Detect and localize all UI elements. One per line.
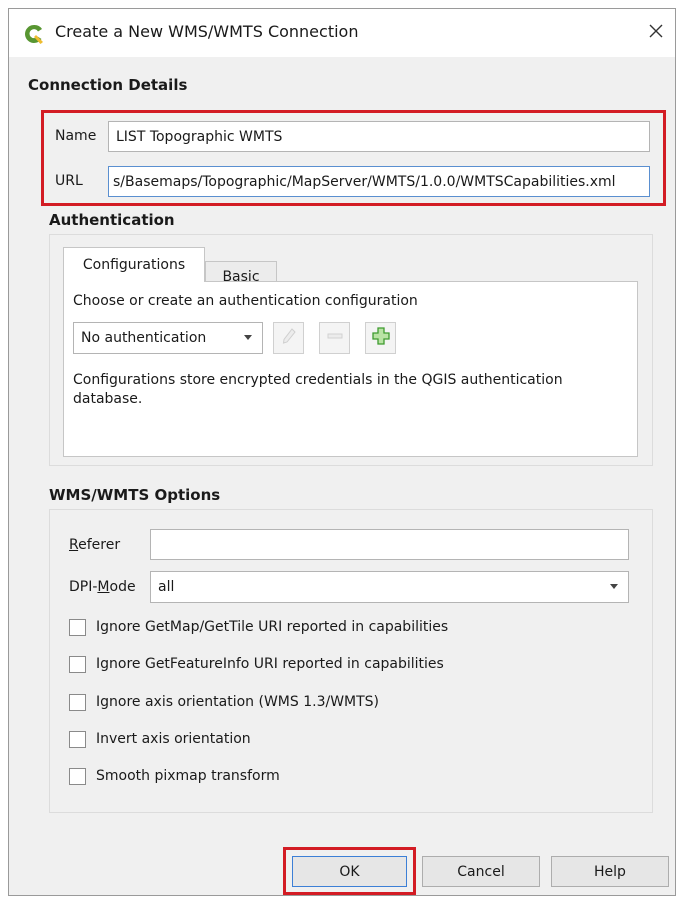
auth-info-line2: database. [73, 391, 143, 407]
auth-info-text: Configurations store encrypted credentia… [73, 371, 563, 409]
options-header: WMS/WMTS Options [49, 486, 221, 504]
dpi-label-post: ode [109, 579, 136, 595]
referer-label-rest: eferer [78, 537, 121, 553]
remove-auth-button[interactable] [319, 322, 350, 354]
pencil-icon [281, 327, 297, 349]
auth-config-value: No authentication [81, 330, 207, 346]
add-auth-button[interactable] [365, 322, 396, 354]
checkbox-box[interactable] [69, 730, 86, 748]
checkbox-box[interactable] [69, 618, 86, 636]
connection-details-header: Connection Details [28, 76, 188, 94]
ok-button[interactable]: OK [292, 856, 407, 887]
help-button[interactable]: Help [551, 856, 669, 887]
checkbox-label: Ignore axis orientation (WMS 1.3/WMTS) [96, 694, 380, 710]
auth-info-line1: Configurations store encrypted credentia… [73, 372, 563, 388]
referer-accel: R [69, 537, 79, 553]
referer-field[interactable] [150, 529, 629, 560]
checkbox-ignore-axis-orientation[interactable]: Ignore axis orientation (WMS 1.3/WMTS) [69, 691, 379, 713]
checkbox-label: Ignore GetMap/GetTile URI reported in ca… [96, 619, 449, 635]
name-field[interactable] [108, 121, 650, 152]
chevron-down-icon [244, 335, 252, 340]
dpi-mode-value: all [158, 579, 175, 595]
authentication-header: Authentication [49, 211, 175, 229]
cancel-button[interactable]: Cancel [422, 856, 540, 887]
referer-label: Referer [69, 537, 120, 553]
dpi-mode-label: DPI-Mode [69, 579, 136, 595]
close-icon [648, 23, 664, 43]
auth-prompt: Choose or create an authentication confi… [73, 293, 418, 309]
add-plus-icon [371, 326, 391, 350]
checkbox-invert-axis-orientation[interactable]: Invert axis orientation [69, 728, 251, 750]
dialog-window: Create a New WMS/WMTS Connection Connect… [8, 8, 676, 896]
dpi-accel: M [97, 579, 110, 595]
checkbox-label: Ignore GetFeatureInfo URI reported in ca… [96, 656, 444, 672]
title-bar: Create a New WMS/WMTS Connection [9, 9, 675, 57]
checkbox-box[interactable] [69, 767, 86, 785]
name-label: Name [55, 128, 97, 144]
auth-config-select[interactable]: No authentication [73, 322, 263, 354]
close-button[interactable] [641, 17, 671, 49]
url-field[interactable] [108, 166, 650, 197]
checkbox-box[interactable] [69, 655, 86, 673]
edit-auth-button[interactable] [273, 322, 304, 354]
checkbox-ignore-getfeatureinfo[interactable]: Ignore GetFeatureInfo URI reported in ca… [69, 653, 444, 675]
window-title: Create a New WMS/WMTS Connection [55, 22, 359, 41]
remove-icon [326, 327, 344, 349]
checkbox-ignore-getmap[interactable]: Ignore GetMap/GetTile URI reported in ca… [69, 616, 448, 638]
tab-configurations[interactable]: Configurations [63, 247, 205, 282]
checkbox-box[interactable] [69, 693, 86, 711]
checkbox-label: Invert axis orientation [96, 731, 251, 747]
qgis-logo-icon [23, 23, 45, 45]
checkbox-smooth-pixmap[interactable]: Smooth pixmap transform [69, 765, 280, 787]
dpi-mode-select[interactable]: all [150, 571, 629, 603]
chevron-down-icon [610, 584, 618, 589]
dpi-label-pre: DPI- [69, 579, 98, 595]
url-label: URL [55, 173, 83, 189]
checkbox-label: Smooth pixmap transform [96, 768, 280, 784]
